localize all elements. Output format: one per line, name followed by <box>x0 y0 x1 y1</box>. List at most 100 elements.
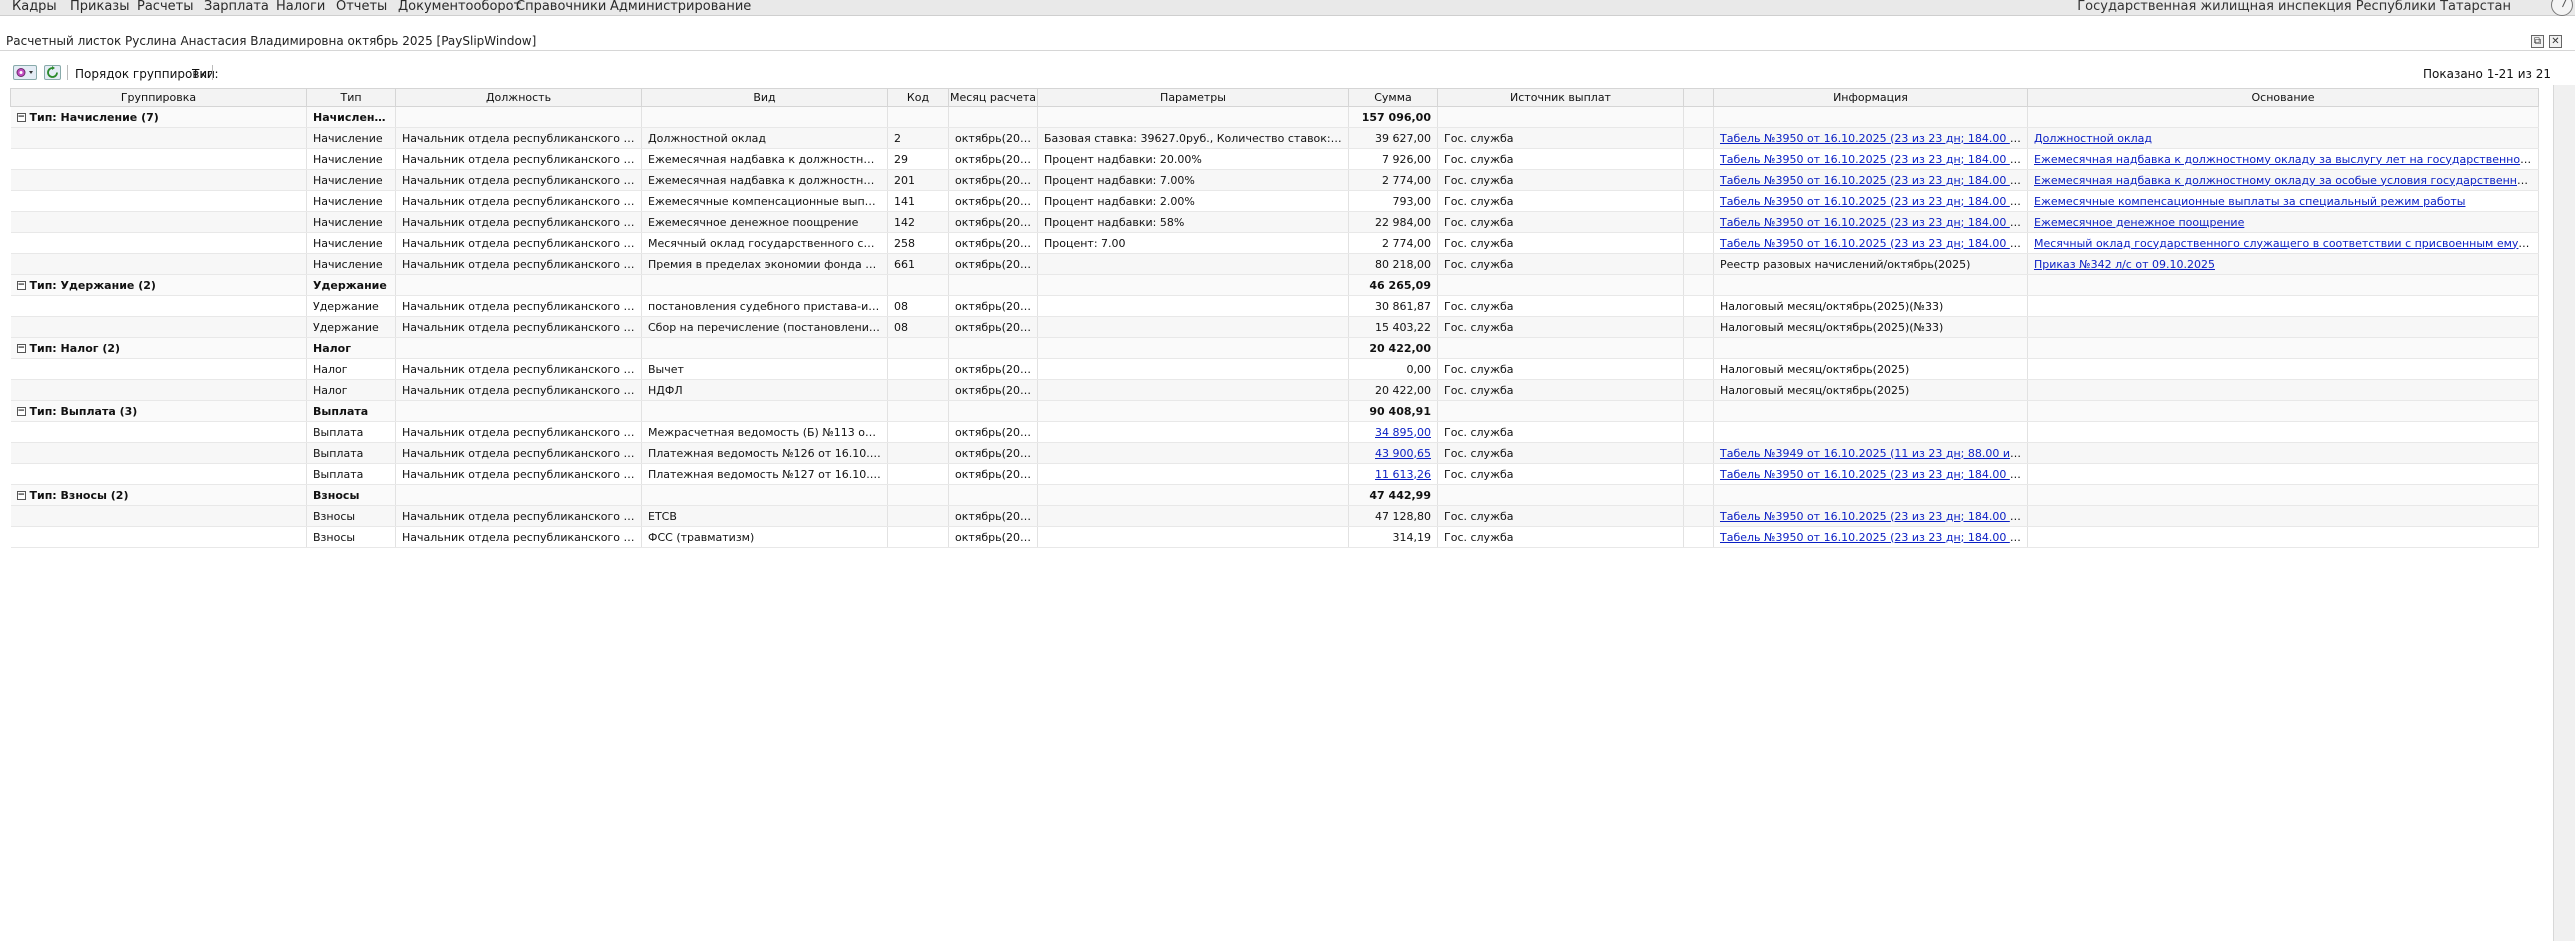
refresh-button[interactable] <box>44 65 61 80</box>
menu-item-dokumentooborot[interactable]: Документооборот <box>398 0 521 15</box>
cell-sum[interactable]: 11 613,26 <box>1348 463 1438 485</box>
menu-item-kadry[interactable]: Кадры <box>12 0 57 15</box>
group-row[interactable]: − Тип: Налог (2) Налог 20 422,00 <box>10 337 2539 359</box>
menu-item-nalogi[interactable]: Налоги <box>276 0 325 15</box>
sum-link[interactable]: 43 900,65 <box>1375 447 1431 460</box>
column-header-grouping[interactable]: Группировка <box>10 88 307 107</box>
column-header-code[interactable]: Код <box>887 88 949 107</box>
menu-item-administrirovanie[interactable]: Администрирование <box>610 0 751 15</box>
basis-link[interactable]: Ежемесячные компенсационные выплаты за с… <box>2034 195 2465 208</box>
info-link[interactable]: Табель №3950 от 16.10.2025 (23 из 23 дн;… <box>1720 153 2027 166</box>
cell-basis[interactable]: Должностной оклад <box>2027 127 2539 149</box>
table-row[interactable]: Взносы Начальник отдела республиканского … <box>10 505 2539 527</box>
group-cell[interactable]: − Тип: Налог (2) <box>10 337 307 359</box>
table-row[interactable]: Выплата Начальник отдела республиканского… <box>10 442 2539 464</box>
group-cell[interactable]: − Тип: Выплата (3) <box>10 400 307 422</box>
column-header-info[interactable]: Информация <box>1713 88 2028 107</box>
column-header-parameters[interactable]: Параметры <box>1037 88 1349 107</box>
table-row[interactable]: Удержание Начальник отдела республиканско… <box>10 295 2539 317</box>
basis-link[interactable]: Должностной оклад <box>2034 132 2152 145</box>
cell-basis[interactable]: Ежемесячные компенсационные выплаты за с… <box>2027 190 2539 212</box>
cell-info[interactable]: Табель №3950 от 16.10.2025 (23 из 23 дн;… <box>1713 169 2028 191</box>
cell-info[interactable]: Табель №3950 от 16.10.2025 (23 из 23 дн;… <box>1713 526 2028 548</box>
cell-month: октябрь(2025) <box>948 148 1038 170</box>
sum-link[interactable]: 11 613,26 <box>1375 468 1431 481</box>
table-row[interactable]: Начисление Начальник отдела республиканск… <box>10 232 2539 254</box>
column-header-blank[interactable] <box>1683 88 1714 107</box>
cell-basis[interactable]: Ежемесячная надбавка к должностному окла… <box>2027 148 2539 170</box>
table-row[interactable]: Выплата Начальник отдела республиканского… <box>10 421 2539 443</box>
menu-item-otchety[interactable]: Отчеты <box>336 0 387 15</box>
cell-info[interactable]: Табель №3950 от 16.10.2025 (23 из 23 дн;… <box>1713 148 2028 170</box>
sum-link[interactable]: 34 895,00 <box>1375 426 1431 439</box>
cell-basis[interactable]: Месячный оклад государственного служащег… <box>2027 232 2539 254</box>
column-header-type[interactable]: Тип <box>306 88 396 107</box>
collapse-icon[interactable]: − <box>16 113 26 122</box>
basis-link[interactable]: Ежемесячная надбавка к должностному окла… <box>2034 153 2538 166</box>
table-row[interactable]: Начисление Начальник отдела республиканск… <box>10 190 2539 212</box>
column-header-source[interactable]: Источник выплат <box>1437 88 1684 107</box>
column-header-position[interactable]: Должность <box>395 88 642 107</box>
cell-sum[interactable]: 34 895,00 <box>1348 421 1438 443</box>
info-link[interactable]: Табель №3950 от 16.10.2025 (23 из 23 дн;… <box>1720 531 2027 544</box>
table-row[interactable]: Удержание Начальник отдела республиканско… <box>10 316 2539 338</box>
group-cell[interactable]: − Тип: Взносы (2) <box>10 484 307 506</box>
table-row[interactable]: Выплата Начальник отдела республиканского… <box>10 463 2539 485</box>
cell-info[interactable]: Табель №3950 от 16.10.2025 (23 из 23 дн;… <box>1713 211 2028 233</box>
info-link[interactable]: Табель №3950 от 16.10.2025 (23 из 23 дн;… <box>1720 174 2027 187</box>
menu-item-raschety[interactable]: Расчеты <box>137 0 193 15</box>
table-row[interactable]: Налог Начальник отдела республиканского о… <box>10 358 2539 380</box>
collapse-icon[interactable]: − <box>16 344 26 353</box>
cell-info[interactable]: Табель №3950 от 16.10.2025 (23 из 23 дн;… <box>1713 505 2028 527</box>
cell-info[interactable]: Табель №3950 от 16.10.2025 (23 из 23 дн;… <box>1713 127 2028 149</box>
cell-sum[interactable]: 43 900,65 <box>1348 442 1438 464</box>
basis-link[interactable]: Месячный оклад государственного служащег… <box>2034 237 2538 250</box>
empty-cell <box>1683 190 1714 212</box>
table-row[interactable]: Начисление Начальник отдела республиканск… <box>10 169 2539 191</box>
cell-info[interactable]: Табель №3949 от 16.10.2025 (11 из 23 дн;… <box>1713 442 2028 464</box>
cell-basis[interactable]: Ежемесячное денежное поощрение <box>2027 211 2539 233</box>
column-header-basis[interactable]: Основание <box>2027 88 2539 107</box>
group-cell[interactable]: − Тип: Начисление (7) <box>10 106 307 128</box>
info-link[interactable]: Табель №3950 от 16.10.2025 (23 из 23 дн;… <box>1720 468 2027 481</box>
clock-icon[interactable] <box>2551 0 2573 16</box>
table-row[interactable]: Начисление Начальник отдела республиканск… <box>10 127 2539 149</box>
group-row[interactable]: − Тип: Начисление (7) Начисление 157 096,00 <box>10 106 2539 128</box>
table-row[interactable]: Взносы Начальник отдела республиканского … <box>10 526 2539 548</box>
info-link[interactable]: Табель №3950 от 16.10.2025 (23 из 23 дн;… <box>1720 216 2027 229</box>
cell-basis[interactable]: Ежемесячная надбавка к должностному окла… <box>2027 169 2539 191</box>
menu-item-spravochniki[interactable]: Справочники <box>516 0 606 15</box>
menu-item-prikazy[interactable]: Приказы <box>70 0 129 15</box>
info-link[interactable]: Табель №3949 от 16.10.2025 (11 из 23 дн;… <box>1720 447 2027 460</box>
basis-link[interactable]: Приказ №342 л/с от 09.10.2025 <box>2034 258 2215 271</box>
column-header-kind[interactable]: Вид <box>641 88 888 107</box>
collapse-icon[interactable]: − <box>16 491 26 500</box>
column-header-month[interactable]: Месяц расчета <box>948 88 1038 107</box>
table-row[interactable]: Начисление Начальник отдела республиканск… <box>10 211 2539 233</box>
column-header-sum[interactable]: Сумма <box>1348 88 1438 107</box>
group-cell[interactable]: − Тип: Удержание (2) <box>10 274 307 296</box>
table-row[interactable]: Начисление Начальник отдела республиканск… <box>10 148 2539 170</box>
cell-info[interactable]: Табель №3950 от 16.10.2025 (23 из 23 дн;… <box>1713 190 2028 212</box>
cell-info[interactable]: Табель №3950 от 16.10.2025 (23 из 23 дн;… <box>1713 232 2028 254</box>
menu-item-zarplata[interactable]: Зарплата <box>204 0 269 15</box>
table-row[interactable]: Налог Начальник отдела республиканского о… <box>10 379 2539 401</box>
close-window-button[interactable]: ✕ <box>2549 35 2562 48</box>
info-link[interactable]: Табель №3950 от 16.10.2025 (23 из 23 дн;… <box>1720 195 2027 208</box>
settings-dropdown-button[interactable] <box>13 65 37 80</box>
group-row[interactable]: − Тип: Взносы (2) Взносы 47 442,99 <box>10 484 2539 506</box>
restore-window-button[interactable]: ⧉ <box>2531 35 2544 48</box>
collapse-icon[interactable]: − <box>16 407 26 416</box>
basis-link[interactable]: Ежемесячная надбавка к должностному окла… <box>2034 174 2538 187</box>
cell-basis[interactable]: Приказ №342 л/с от 09.10.2025 <box>2027 253 2539 275</box>
group-row[interactable]: − Тип: Удержание (2) Удержание 46 265,09 <box>10 274 2539 296</box>
collapse-icon[interactable]: − <box>16 281 26 290</box>
basis-link[interactable]: Ежемесячное денежное поощрение <box>2034 216 2244 229</box>
cell-info[interactable]: Табель №3950 от 16.10.2025 (23 из 23 дн;… <box>1713 463 2028 485</box>
info-link[interactable]: Табель №3950 от 16.10.2025 (23 из 23 дн;… <box>1720 510 2027 523</box>
group-row[interactable]: − Тип: Выплата (3) Выплата 90 408,91 <box>10 400 2539 422</box>
cell-type: Начисление <box>306 190 396 212</box>
info-link[interactable]: Табель №3950 от 16.10.2025 (23 из 23 дн;… <box>1720 237 2027 250</box>
info-link[interactable]: Табель №3950 от 16.10.2025 (23 из 23 дн;… <box>1720 132 2027 145</box>
table-row[interactable]: Начисление Начальник отдела республиканск… <box>10 253 2539 275</box>
